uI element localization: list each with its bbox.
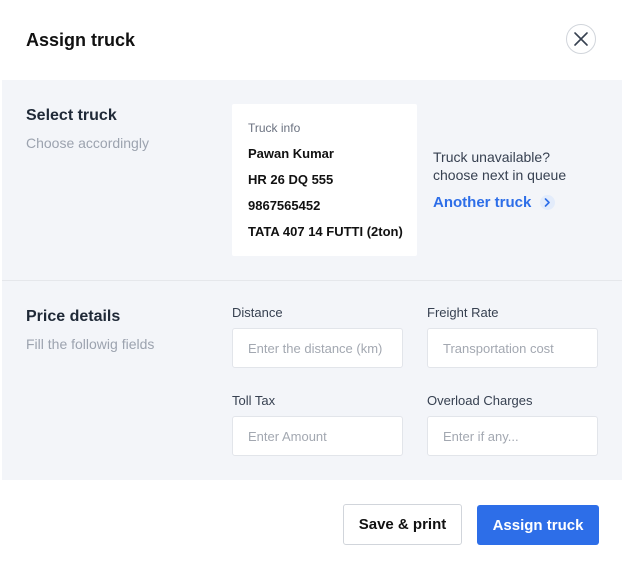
distance-input[interactable] xyxy=(232,328,403,368)
another-truck-link[interactable]: Another truck xyxy=(433,194,531,211)
freight-rate-label: Freight Rate xyxy=(427,305,499,320)
save-print-button[interactable]: Save & print xyxy=(343,504,462,545)
toll-tax-label: Toll Tax xyxy=(232,393,276,408)
select-truck-title: Select truck xyxy=(26,107,117,124)
overload-charges-input[interactable] xyxy=(427,416,598,456)
overload-charges-label: Overload Charges xyxy=(427,393,533,408)
close-button[interactable] xyxy=(566,24,596,54)
toll-tax-input[interactable] xyxy=(232,416,403,456)
truck-model: TATA 407 14 FUTTI (2ton) xyxy=(248,224,403,239)
driver-name: Pawan Kumar xyxy=(248,146,334,161)
unavailable-line-2: choose next in queue xyxy=(433,167,567,183)
price-details-title: Price details xyxy=(26,308,121,325)
truck-info-card: Truck info Pawan Kumar HR 26 DQ 555 9867… xyxy=(232,104,417,256)
truck-unavailable-text: Truck unavailable? choose next in queue xyxy=(433,148,566,184)
close-icon xyxy=(574,32,588,46)
truck-number: HR 26 DQ 555 xyxy=(248,172,334,187)
chevron-right-icon xyxy=(544,198,550,207)
distance-label: Distance xyxy=(232,305,283,320)
driver-phone: 9867565452 xyxy=(248,198,321,213)
price-details-subtitle: Fill the followig fields xyxy=(26,336,155,352)
freight-rate-input[interactable] xyxy=(427,328,598,368)
truck-info-label: Truck info xyxy=(248,121,301,135)
select-truck-subtitle: Choose accordingly xyxy=(26,135,149,151)
another-truck-chevron-button[interactable] xyxy=(540,195,555,210)
assign-truck-button[interactable]: Assign truck xyxy=(477,505,599,545)
unavailable-line-1: Truck unavailable? xyxy=(433,149,550,165)
dialog-title: Assign truck xyxy=(26,30,136,50)
